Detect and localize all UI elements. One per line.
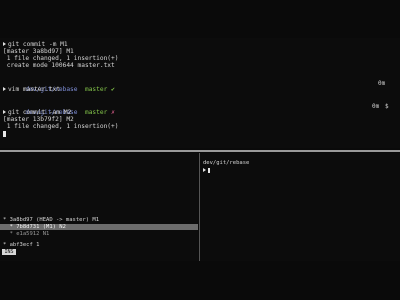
dirty-status-icon: ✗ — [111, 109, 115, 116]
triangle-right-icon — [3, 110, 6, 114]
top-pane[interactable]: git commit -m M1 [master 3a8bd97] M1 1 f… — [0, 38, 400, 148]
log-line[interactable]: * e1a5912 N1 — [3, 231, 50, 238]
clean-status-icon: ✔ — [111, 86, 115, 93]
prompt-branch: master — [84, 109, 108, 116]
prompt-branch: master — [84, 86, 108, 93]
triangle-right-icon — [3, 42, 6, 46]
right-pane[interactable]: dev/git/rebase — [200, 153, 400, 261]
terminal-cursor — [3, 131, 6, 137]
log-line-head: * 3a8bd97 (HEAD -> master) M1 — [3, 217, 100, 223]
log-line-selected[interactable]: * 7b8d731 (M1) N2 — [3, 224, 66, 231]
output-line: create mode 100644 master.txt — [3, 62, 115, 69]
output-line: [master 13b79f2] M2 — [3, 116, 74, 123]
left-pane[interactable]: * 3a8bd97 (HEAD -> master) M1 * 7b8d731 … — [0, 153, 198, 261]
triangle-right-icon — [203, 168, 206, 172]
input-line[interactable] — [3, 131, 6, 138]
command-line-3: git commit -am M2 — [3, 109, 71, 116]
terminal-cursor — [208, 167, 210, 173]
command-line-2: vim master.txt — [3, 86, 60, 93]
prompt-elapsed-time: 0m — [378, 80, 386, 87]
output-line: [master 3a8bd97] M1 — [3, 48, 74, 55]
prompt-indicator: $ — [385, 103, 389, 110]
output-line: 1 file changed, 1 insertion(+) — [3, 123, 119, 130]
input-line[interactable] — [203, 167, 210, 174]
output-line: 1 file changed, 1 insertion(+) — [3, 55, 119, 62]
prompt-path: dev/git/rebase — [203, 160, 250, 166]
terminal-screen: git commit -m M1 [master 3a8bd97] M1 1 f… — [0, 0, 400, 300]
prompt-elapsed-time: 0m — [372, 103, 380, 110]
mode-status-badge: INS — [2, 249, 16, 255]
log-line: * abf3ecf 1 — [3, 242, 40, 248]
triangle-right-icon — [3, 87, 6, 91]
command-line-1: git commit -m M1 — [3, 41, 68, 48]
pane-divider-horizontal[interactable] — [0, 150, 400, 152]
